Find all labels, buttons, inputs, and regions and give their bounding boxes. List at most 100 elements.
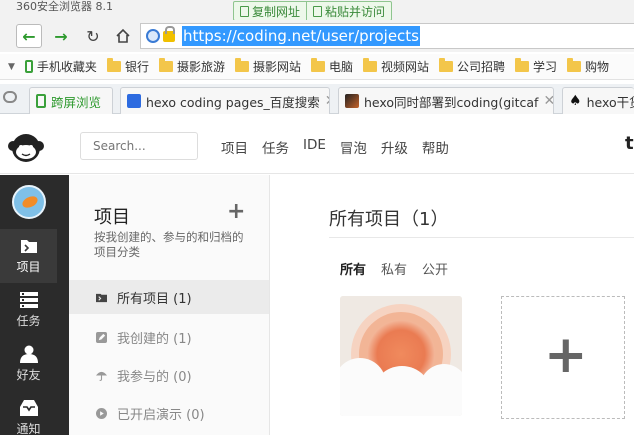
task-icon: [19, 292, 38, 308]
panel-description: 按我创建的、参与的和归档的项目分类: [94, 230, 244, 259]
app-header: 项目 任务 IDE 冒泡 升级 帮助 tı: [0, 118, 634, 174]
bookmark-label: 购物: [585, 60, 610, 74]
tab-public[interactable]: 公开: [422, 259, 448, 278]
globe-icon: [146, 29, 160, 43]
filter-label: 我创建的 (1): [117, 331, 192, 347]
copy-icon: [240, 5, 249, 17]
tab-baidu-search[interactable]: hexo coding pages_百度搜索 ✕: [120, 87, 330, 114]
bookmark-photo-travel[interactable]: 摄影旅游: [158, 58, 225, 75]
top-nav: 项目 任务 IDE 冒泡 升级 帮助: [221, 137, 449, 157]
bookmark-bank[interactable]: 银行: [106, 58, 149, 75]
bookmark-label: 摄影网站: [252, 60, 301, 74]
bookmark-study[interactable]: 学习: [515, 58, 557, 75]
address-toolbar: ← → ↻ https://coding.net/user/projects: [0, 20, 634, 52]
forward-button[interactable]: →: [48, 24, 74, 48]
tab-private[interactable]: 私有: [381, 259, 407, 278]
address-field[interactable]: https://coding.net/user/projects: [140, 23, 634, 49]
sidebar-item-notifications[interactable]: 通知: [0, 391, 57, 435]
add-project-button[interactable]: +: [227, 199, 245, 224]
window-title: 360安全浏览器 8.1: [16, 0, 113, 13]
filter-demo-enabled[interactable]: 已开启演示 (0): [69, 396, 269, 430]
arrow-right-icon: →: [54, 26, 68, 46]
project-card[interactable]: [340, 296, 462, 416]
projects-panel: 项目 + 按我创建的、参与的和归档的项目分类 所有项目 (1) 我创建的 (1)…: [69, 175, 270, 435]
paste-icon: [313, 5, 323, 17]
bookmark-label: 摄影旅游: [176, 60, 225, 74]
reload-icon: ↻: [86, 26, 100, 46]
sidebar-item-label: 任务: [16, 314, 41, 328]
bookmark-label: 学习: [533, 60, 558, 74]
tab-cross-screen[interactable]: 跨屏浏览: [29, 87, 113, 114]
sidebar-item-friends[interactable]: 好友: [0, 337, 57, 391]
filter-label: 已开启演示 (0): [117, 407, 205, 423]
header-right-text: tı: [625, 133, 634, 154]
bookmark-jobs[interactable]: 公司招聘: [439, 58, 505, 75]
new-project-card[interactable]: +: [501, 296, 625, 419]
folder-icon: [234, 58, 249, 72]
filter-joined[interactable]: 我参与的 (0): [69, 358, 269, 392]
home-icon: [116, 28, 130, 43]
folder-icon: [158, 58, 173, 72]
nav-projects[interactable]: 项目: [221, 137, 248, 157]
bookmark-computer[interactable]: 电脑: [310, 58, 353, 75]
reload-button[interactable]: ↻: [80, 24, 106, 48]
tab-strip: 跨屏浏览 hexo coding pages_百度搜索 ✕ hexo同时部署到c…: [0, 84, 634, 114]
chevron-down-icon[interactable]: ▼: [8, 62, 15, 72]
panel-title: 项目: [94, 207, 130, 228]
copy-url-button[interactable]: 复制网址: [234, 2, 306, 20]
phone-icon: [24, 60, 33, 73]
project-cover-image: [340, 296, 462, 416]
folder-icon: [439, 58, 454, 72]
home-button[interactable]: [110, 24, 136, 48]
folder-icon: [363, 58, 377, 72]
arrow-left-icon: ←: [22, 26, 36, 46]
browser-window: 360安全浏览器 8.1 复制网址 粘贴并访问 ← → ↻ https://co…: [0, 0, 634, 435]
tab-hexo-deploy[interactable]: hexo同时部署到coding(gitcaf ✕: [338, 87, 554, 114]
bookmarks-bar: ▼ 手机收藏夹 银行 摄影旅游 摄影网站 电脑 视频网站 公司招聘 学习 购物: [0, 54, 634, 80]
copy-url-label: 复制网址: [252, 4, 301, 19]
search-input[interactable]: [80, 132, 198, 160]
bookmark-label: 电脑: [328, 60, 353, 74]
tab-label: hexo coding pages_百度搜索: [146, 94, 320, 110]
main-content: 所有项目（1） 所有 私有 公开 +: [270, 175, 634, 435]
tab-hexo-tips[interactable]: ♠ hexo干货: [562, 87, 634, 114]
bookmark-photo-sites[interactable]: 摄影网站: [234, 58, 301, 75]
baidu-paw-icon: [127, 94, 141, 108]
project-icon: [20, 240, 37, 253]
folder-icon: [310, 58, 325, 72]
nav-ide[interactable]: IDE: [303, 137, 326, 157]
close-icon[interactable]: ✕: [543, 93, 553, 109]
nav-upgrade[interactable]: 升级: [381, 137, 408, 157]
sidebar-item-projects[interactable]: 项目: [0, 229, 57, 283]
nav-bubble[interactable]: 冒泡: [340, 137, 367, 157]
nav-tasks[interactable]: 任务: [262, 137, 289, 157]
folder-icon: [515, 58, 530, 72]
filter-all-projects[interactable]: 所有项目 (1): [69, 280, 269, 314]
avatar[interactable]: [12, 185, 46, 219]
bookmark-mobile[interactable]: 手机收藏夹: [24, 58, 97, 75]
url-text[interactable]: https://coding.net/user/projects: [182, 26, 420, 46]
tab-all[interactable]: 所有: [340, 259, 366, 278]
back-button[interactable]: ←: [16, 24, 42, 48]
filter-label: 我参与的 (0): [117, 369, 192, 385]
nav-help[interactable]: 帮助: [422, 137, 449, 157]
clipboard-toolbar: 复制网址 粘贴并访问: [233, 1, 393, 21]
sidebar-item-label: 项目: [16, 260, 41, 274]
sidebar-item-label: 好友: [16, 368, 41, 382]
paste-visit-button[interactable]: 粘贴并访问: [306, 2, 391, 20]
umbrella-icon: [96, 371, 107, 381]
bookmark-shopping[interactable]: 购物: [567, 58, 609, 75]
bookmark-video[interactable]: 视频网站: [363, 58, 429, 75]
bookmark-label: 公司招聘: [457, 60, 506, 74]
cloud-icon[interactable]: [3, 91, 17, 103]
filter-label: 所有项目 (1): [117, 291, 192, 307]
bookmark-label: 视频网站: [381, 60, 430, 74]
tab-label: hexo同时部署到coding(gitcaf: [364, 94, 539, 110]
sidebar-item-tasks[interactable]: 任务: [0, 283, 57, 337]
filter-created[interactable]: 我创建的 (1): [69, 320, 269, 354]
close-icon[interactable]: ✕: [325, 93, 329, 109]
coding-monkey-logo[interactable]: [8, 129, 44, 163]
folder-icon: [96, 293, 107, 302]
title-bar: 360安全浏览器 8.1 复制网址 粘贴并访问: [0, 0, 634, 21]
friend-icon: [19, 345, 38, 363]
